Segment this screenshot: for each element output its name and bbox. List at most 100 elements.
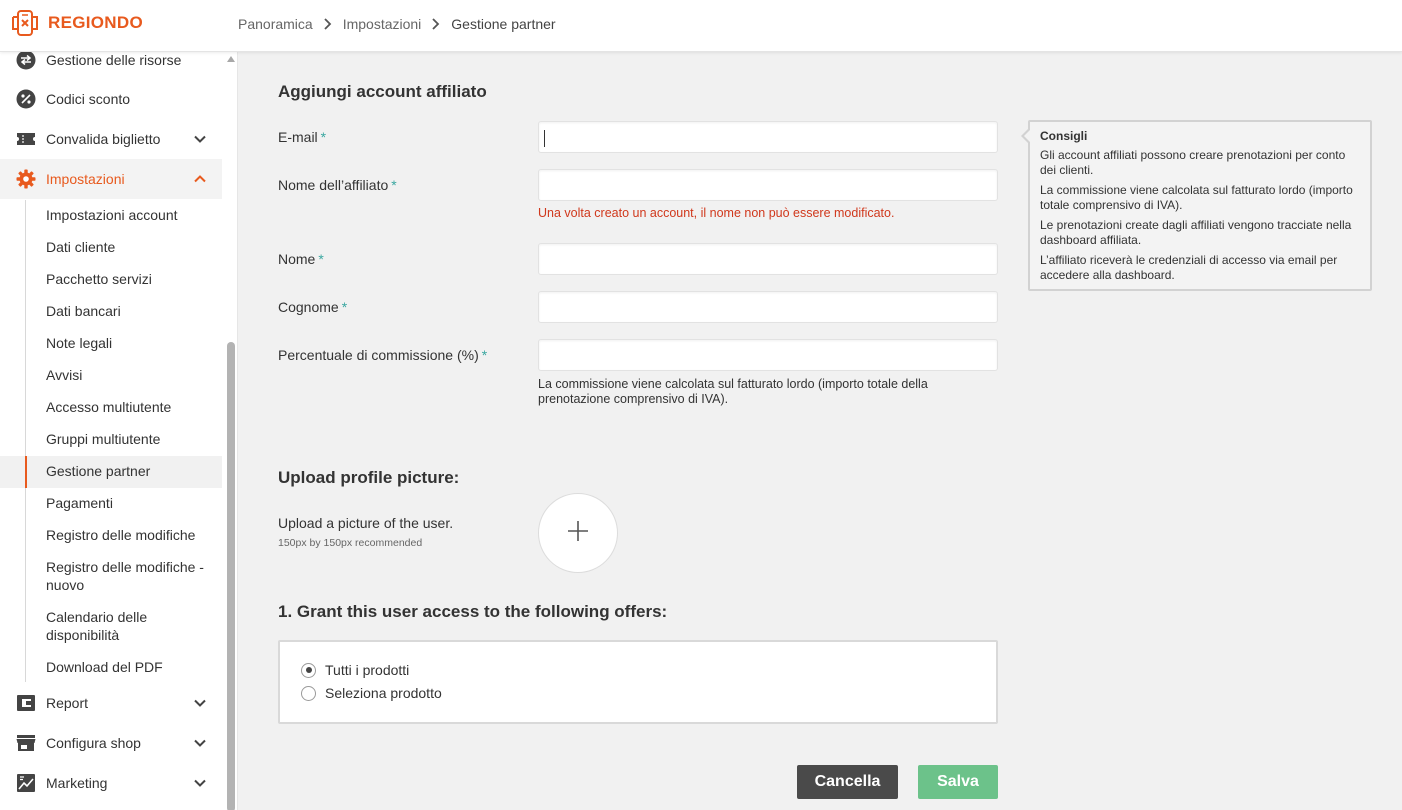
wallet-icon (16, 693, 36, 713)
offers-box: Tutti i prodotti Seleziona prodotto (278, 640, 998, 724)
sidebar-item-gestione-risorse[interactable]: Gestione delle risorse (0, 52, 222, 80)
last-name-label-text: Cognome (278, 299, 339, 315)
ticket-icon (16, 129, 36, 149)
submenu-item-impostazioni-account[interactable]: Impostazioni account (0, 206, 222, 224)
sidebar-item-label: Codici sconto (46, 91, 131, 107)
upload-picture-button[interactable] (538, 493, 618, 573)
radio-label: Seleziona prodotto (325, 685, 442, 701)
sidebar-item-label: Configura shop (46, 735, 141, 751)
swap-icon (16, 52, 36, 70)
radio-label: Tutti i prodotti (325, 662, 410, 678)
submenu-item-registro-modifiche[interactable]: Registro delle modifiche (0, 526, 222, 544)
submenu-item-pagamenti[interactable]: Pagamenti (0, 494, 222, 512)
sidebar-scrollbar[interactable] (224, 52, 237, 810)
sidebar-item-impostazioni[interactable]: Impostazioni (0, 159, 222, 199)
first-name-field[interactable] (538, 243, 998, 275)
scroll-up-arrow-icon[interactable] (227, 56, 235, 62)
top-bar: REGIONDO Panoramica Impostazioni Gestion… (0, 0, 1402, 52)
first-name-label-text: Nome (278, 251, 316, 267)
upload-title: Upload profile picture: (278, 468, 460, 487)
submenu-item-gruppi-multiutente[interactable]: Gruppi multiutente (0, 430, 222, 448)
required-mark: * (481, 347, 488, 363)
submenu-item-dati-bancari[interactable]: Dati bancari (0, 302, 222, 320)
affiliate-name-label: Nome dell’affiliato * (278, 177, 397, 193)
sidebar-item-configura-shop[interactable]: Configura shop (0, 723, 222, 763)
chevron-down-icon[interactable] (193, 132, 207, 146)
main-content: Aggiungi account affiliato E-mail * Nome … (239, 52, 1402, 810)
last-name-field[interactable] (538, 291, 998, 323)
tips-line: Le prenotazioni create dagli affiliati v… (1040, 217, 1352, 248)
tips-panel: Consigli Gli account affiliati possono c… (1021, 120, 1372, 291)
regiondo-logo-icon (10, 8, 40, 38)
breadcrumb-item-current: Gestione partner (451, 16, 556, 32)
sidebar-item-label: Report (46, 695, 89, 711)
chevron-down-icon[interactable] (193, 776, 207, 790)
chevron-right-icon (323, 17, 333, 31)
text-cursor (544, 130, 545, 147)
tips-line: La commissione viene calcolata sul fattu… (1040, 182, 1353, 213)
required-mark: * (320, 129, 327, 145)
required-mark: * (391, 177, 397, 193)
affiliate-name-warning: Una volta creato un account, il nome non… (538, 206, 895, 220)
chevron-down-icon[interactable] (193, 696, 207, 710)
upload-label: Upload a picture of the user. (278, 515, 454, 531)
store-icon (16, 733, 36, 753)
tips-title: Consigli (1040, 129, 1088, 143)
submenu-item-dati-cliente[interactable]: Dati cliente (0, 238, 222, 256)
submenu-item-gestione-partner[interactable]: Gestione partner (0, 456, 222, 488)
chevron-up-icon[interactable] (193, 172, 207, 186)
submenu-item-registro-modifiche-nuovo[interactable]: Registro delle modifiche - nuovo (0, 558, 215, 594)
submenu-item-accesso-multiutente[interactable]: Accesso multiutente (0, 398, 222, 416)
plus-icon (567, 520, 589, 547)
sidebar-item-marketing[interactable]: Marketing (0, 763, 222, 803)
commission-label: Percentuale di commissione (%) * (278, 347, 487, 363)
percent-icon (16, 89, 36, 109)
submenu-item-pacchetto-servizi[interactable]: Pacchetto servizi (0, 270, 222, 288)
breadcrumb-item-panoramica[interactable]: Panoramica (238, 16, 313, 32)
required-mark: * (318, 251, 324, 267)
cancel-button[interactable]: Cancella (797, 765, 898, 799)
submenu-item-download-pdf[interactable]: Download del PDF (0, 658, 222, 676)
chevron-right-icon (431, 17, 441, 31)
form-title: Aggiungi account affiliato (278, 82, 487, 101)
breadcrumb: Panoramica Impostazioni Gestione partner (238, 16, 556, 32)
sidebar-item-label: Impostazioni (46, 171, 125, 187)
radio-option-all-products[interactable]: Tutti i prodotti (301, 662, 409, 678)
chevron-down-icon[interactable] (193, 736, 207, 750)
email-label: E-mail * (278, 129, 326, 145)
commission-label-text: Percentuale di commissione (%) (278, 347, 479, 363)
chart-icon (16, 773, 36, 793)
commission-help-text: La commissione viene calcolata sul fattu… (538, 377, 928, 406)
commission-field[interactable] (538, 339, 998, 371)
first-name-label: Nome * (278, 251, 324, 267)
radio-button[interactable] (301, 685, 316, 701)
save-button[interactable]: Salva (918, 765, 998, 799)
required-mark: * (341, 299, 348, 315)
submenu-item-note-legali[interactable]: Note legali (0, 334, 222, 352)
radio-option-select-product[interactable]: Seleziona prodotto (301, 685, 442, 701)
sidebar-item-label: Gestione delle risorse (46, 52, 182, 68)
email-label-text: E-mail (278, 129, 318, 145)
sidebar-item-convalida-biglietto[interactable]: Convalida biglietto (0, 119, 222, 159)
sidebar-item-report[interactable]: Report (0, 683, 222, 723)
tips-line: Gli account affiliati possono creare pre… (1040, 147, 1346, 178)
regiondo-logo[interactable]: REGIONDO (10, 8, 143, 38)
submenu-item-avvisi[interactable]: Avvisi (0, 366, 222, 384)
email-field[interactable] (538, 121, 998, 153)
breadcrumb-item-impostazioni[interactable]: Impostazioni (343, 16, 422, 32)
submenu-item-calendario-disponibilita[interactable]: Calendario delle disponibilità (0, 608, 170, 644)
brand-name: REGIONDO (48, 13, 143, 32)
last-name-label: Cognome * (278, 299, 347, 315)
tips-line: L’affiliato riceverà le credenziali di a… (1040, 252, 1338, 283)
sidebar-item-codici-sconto[interactable]: Codici sconto (0, 79, 222, 119)
sidebar: Gestione delle risorse Codici sconto Con… (0, 52, 238, 810)
sidebar-item-label: Convalida biglietto (46, 131, 161, 147)
offers-title: 1. Grant this user access to the followi… (278, 602, 668, 621)
radio-button-selected[interactable] (301, 662, 316, 678)
tips-pointer-inner (1024, 130, 1030, 142)
affiliate-name-label-text: Nome dell’affiliato (278, 177, 389, 193)
gear-icon (16, 169, 36, 189)
scrollbar-thumb[interactable] (227, 342, 235, 810)
affiliate-name-field[interactable] (538, 169, 998, 201)
upload-hint: 150px by 150px recommended (278, 537, 423, 549)
